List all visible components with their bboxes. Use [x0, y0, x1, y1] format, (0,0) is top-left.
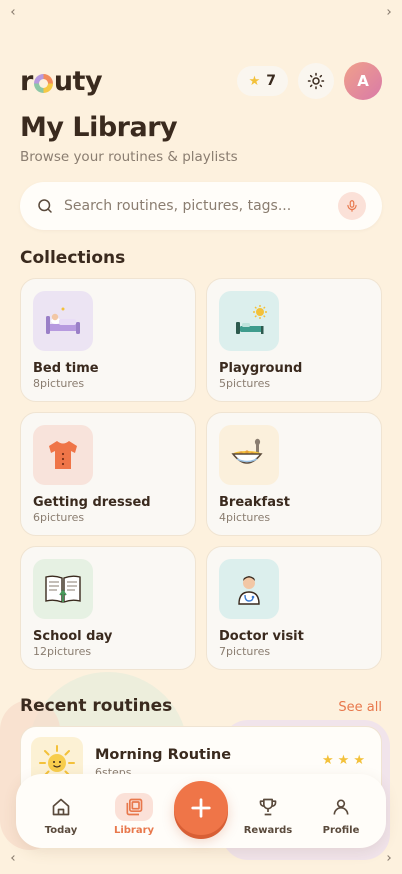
collection-card-getting-dressed[interactable]: Getting dressed 6pictures: [20, 412, 196, 536]
collection-tile: [33, 559, 93, 619]
app-header: r uty ★ 7 A: [20, 62, 382, 100]
collection-name: Getting dressed: [33, 495, 151, 510]
app-logo: r uty: [20, 65, 103, 97]
collections-grid: Bed time 8pictures Playground 5pictures: [20, 278, 382, 670]
page-title: My Library: [20, 112, 178, 143]
collection-name: Playground: [219, 361, 303, 376]
collections-heading: Collections: [20, 248, 126, 268]
home-icon: [52, 798, 70, 815]
tab-label: Library: [113, 824, 155, 836]
tab-rewards[interactable]: Rewards: [235, 787, 301, 836]
corner-mark: [11, 9, 17, 15]
shirt-icon: [49, 441, 77, 469]
collection-tile: [219, 291, 279, 351]
tab-today[interactable]: Today: [28, 787, 94, 836]
corner-mark: [385, 9, 391, 15]
plus-icon: [191, 798, 211, 818]
routine-rating: ★★★: [322, 753, 369, 768]
collection-tile: [33, 425, 93, 485]
routine-name: Morning Routine: [95, 747, 232, 763]
search-input[interactable]: [64, 198, 338, 214]
library-icon: [126, 798, 143, 815]
corner-mark: [11, 855, 17, 861]
stars-count: 7: [266, 73, 276, 89]
stars-counter[interactable]: ★ 7: [236, 66, 288, 96]
bottom-tab-bar: Today Library Rewards Profile: [16, 774, 386, 848]
cereal-bowl-icon: [231, 438, 263, 464]
collection-count: 7pictures: [219, 645, 271, 658]
collection-count: 4pictures: [219, 511, 271, 524]
see-all-link[interactable]: See all: [338, 700, 382, 715]
tab-label: Today: [44, 824, 78, 836]
add-button[interactable]: [174, 781, 228, 835]
logo-text-left: r: [20, 65, 33, 97]
collection-card-bed-time[interactable]: Bed time 8pictures: [20, 278, 196, 402]
book-icon: [45, 575, 81, 604]
collection-name: Breakfast: [219, 495, 290, 510]
tab-library[interactable]: Library: [101, 787, 167, 836]
collection-name: Bed time: [33, 361, 99, 376]
collection-card-doctor-visit[interactable]: Doctor visit 7pictures: [206, 546, 382, 670]
collection-card-playground[interactable]: Playground 5pictures: [206, 278, 382, 402]
collection-tile: [33, 291, 93, 351]
trophy-icon: [259, 798, 277, 815]
search-icon: [38, 199, 52, 213]
collection-count: 8pictures: [33, 377, 85, 390]
collection-name: School day: [33, 629, 113, 644]
collection-count: 6pictures: [33, 511, 85, 524]
collection-count: 12pictures: [33, 645, 92, 658]
collection-count: 5pictures: [219, 377, 271, 390]
collection-card-breakfast[interactable]: Breakfast 4pictures: [206, 412, 382, 536]
collection-name: Doctor visit: [219, 629, 304, 644]
avatar[interactable]: A: [344, 62, 382, 100]
tab-label: Rewards: [243, 824, 293, 836]
recent-routines-heading: Recent routines: [20, 696, 173, 716]
tab-profile[interactable]: Profile: [308, 787, 374, 836]
collection-tile: [219, 425, 279, 485]
star-icon: ★: [248, 73, 261, 89]
collection-tile: [219, 559, 279, 619]
bed-sun-icon: [236, 305, 267, 334]
search-bar: [20, 182, 382, 230]
microphone-icon: [347, 200, 357, 212]
voice-search-button[interactable]: [338, 192, 366, 220]
bed-icon: [46, 307, 80, 334]
person-icon: [333, 799, 349, 815]
tab-label: Profile: [322, 824, 360, 836]
sun-icon: [307, 72, 325, 90]
corner-mark: [385, 855, 391, 861]
collection-card-school-day[interactable]: School day 12pictures: [20, 546, 196, 670]
logo-text-right: uty: [53, 65, 103, 97]
theme-toggle-button[interactable]: [298, 63, 334, 99]
avatar-initial: A: [357, 72, 369, 90]
logo-ring-icon: [33, 73, 53, 93]
doctor-icon: [238, 576, 260, 605]
page-subtitle: Browse your routines & playlists: [20, 149, 238, 165]
